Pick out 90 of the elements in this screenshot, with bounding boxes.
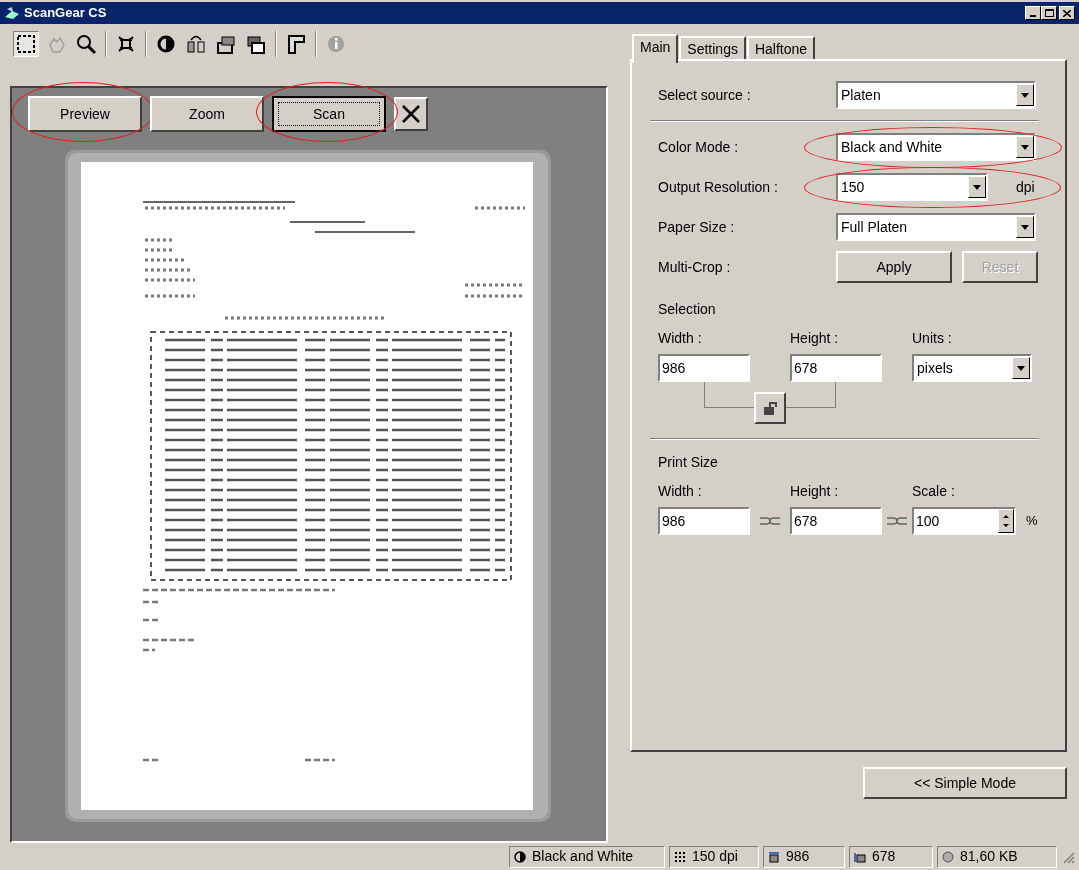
disk-icon [942, 850, 954, 863]
crop-button[interactable]: Apply [836, 251, 952, 283]
window-title: ScanGear CS [24, 4, 107, 23]
close-icon [401, 104, 421, 124]
dropdown-field[interactable]: Black and White [836, 133, 1036, 161]
field-value: 986 [662, 358, 686, 378]
link-icon [887, 516, 907, 526]
caret-down-icon [1021, 92, 1029, 98]
close-icon [1063, 9, 1071, 17]
dropdown-value: Full Platen [840, 217, 909, 237]
field-label: Select source : [658, 85, 752, 105]
dropdown-arrow-button[interactable] [1012, 357, 1030, 379]
dropdown-arrow-button[interactable] [968, 176, 986, 198]
dropdown-value: pixels [916, 358, 954, 378]
info-icon [325, 33, 347, 55]
width-field[interactable]: 986 [658, 354, 750, 382]
selection-icon [15, 33, 37, 55]
unit-label: % [1026, 512, 1038, 531]
status-text: 81,60 KB [960, 847, 1018, 866]
scanner-icon [4, 5, 20, 21]
caret-down-icon [1021, 144, 1029, 150]
field-label: Width : [658, 329, 703, 348]
units-dropdown[interactable]: pixels [912, 354, 1032, 382]
field-value: 986 [662, 511, 686, 531]
field-label: Color Mode : [658, 137, 740, 157]
preview-button[interactable]: Zoom [150, 96, 264, 132]
rotate-left-icon [215, 33, 237, 55]
field-label: Output Resolution : [658, 177, 779, 197]
dropdown-arrow-button[interactable] [1016, 136, 1034, 158]
height-field[interactable]: 678 [790, 507, 882, 535]
link-icon [760, 516, 780, 526]
dropdown-arrow-button[interactable] [1016, 84, 1034, 106]
dropdown-arrow-button[interactable] [1016, 216, 1034, 238]
rotate-right-icon [245, 33, 267, 55]
lock-button[interactable] [754, 392, 786, 424]
dropdown-value: Platen [840, 85, 882, 105]
contrast-icon [155, 33, 177, 55]
caret-down-icon [973, 184, 981, 190]
field-label: Units : [912, 329, 952, 348]
contrast-icon [514, 850, 526, 863]
maximize-button[interactable] [1041, 6, 1057, 20]
field-label: Height : [790, 329, 840, 348]
status-text: 678 [872, 847, 896, 866]
field-label: Paper Size : [658, 217, 736, 237]
unit-label: dpi [1016, 177, 1035, 197]
dropdown-field[interactable]: 150 [836, 173, 988, 201]
grid-icon [674, 850, 686, 863]
status-text: 986 [786, 847, 810, 866]
status-text: Black and White [532, 847, 634, 866]
field-label: Scale : [912, 482, 955, 501]
minimize-button[interactable] [1025, 6, 1041, 20]
corner-icon [285, 33, 307, 55]
caret-down-icon [1017, 365, 1025, 371]
connector-line [786, 382, 836, 408]
height-icon [854, 850, 866, 863]
dropdown-field[interactable]: Full Platen [836, 213, 1036, 241]
minimize-icon [1030, 15, 1036, 17]
field-value: 678 [794, 358, 818, 378]
width-icon [768, 850, 780, 863]
toolbar-button[interactable] [13, 31, 39, 57]
resize-grip-icon [1061, 849, 1075, 864]
spin-button[interactable] [998, 509, 1014, 533]
status-text: 150 dpi [692, 847, 738, 866]
close-button[interactable] [1059, 6, 1075, 20]
simple-mode-button[interactable]: << Simple Mode [863, 767, 1067, 799]
tab[interactable]: Halftone [746, 36, 816, 61]
dropdown-value: 150 [840, 177, 866, 197]
search-icon [75, 33, 97, 55]
height-field[interactable]: 678 [790, 354, 882, 382]
tab[interactable]: Settings [679, 36, 746, 61]
preview-button[interactable]: Preview [28, 96, 142, 132]
preview-button[interactable]: Scan [272, 96, 386, 132]
spin-icon [1003, 513, 1009, 529]
dropdown-field[interactable]: Platen [836, 81, 1036, 109]
flip-icon [185, 33, 207, 55]
width-field[interactable]: 986 [658, 507, 750, 535]
lock-icon [762, 400, 778, 416]
maximize-icon [1044, 9, 1054, 17]
dropdown-value: Black and White [840, 137, 944, 157]
cancel-button[interactable] [394, 97, 428, 131]
field-value: 678 [794, 511, 818, 531]
field-label: Height : [790, 482, 840, 501]
field-label: Width : [658, 482, 703, 501]
section-title: Print Size [658, 453, 719, 472]
field-label: Multi-Crop : [658, 257, 732, 277]
scale-field[interactable]: 100 [912, 507, 1016, 535]
caret-down-icon [1021, 224, 1029, 230]
tab[interactable]: Main [632, 34, 679, 63]
section-title: Selection [658, 300, 717, 319]
field-value: 100 [916, 511, 941, 531]
